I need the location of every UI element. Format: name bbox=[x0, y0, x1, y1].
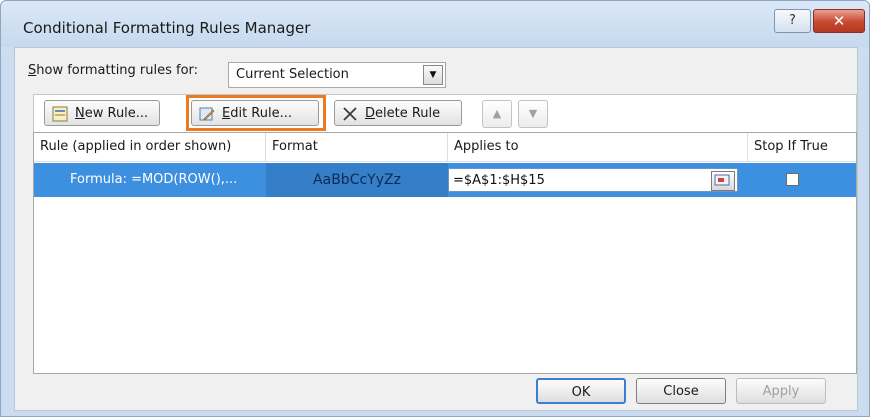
rule-formula: Formula: =MOD(ROW(),... bbox=[70, 172, 238, 187]
edit-rule-button[interactable]: Edit Rule... bbox=[191, 100, 319, 126]
title-bar[interactable]: Conditional Formatting Rules Manager ? ✕ bbox=[1, 1, 869, 47]
table-row[interactable]: Formula: =MOD(ROW(),... AaBbCcYyZz =$A$1… bbox=[34, 163, 856, 197]
rules-list[interactable]: Rule (applied in order shown) Format App… bbox=[33, 132, 857, 374]
close-button[interactable]: Close bbox=[636, 378, 726, 404]
dialog-title: Conditional Formatting Rules Manager bbox=[23, 19, 311, 37]
col-header-applies[interactable]: Applies to bbox=[448, 133, 748, 161]
arrow-down-icon: ▼ bbox=[528, 107, 538, 120]
move-down-button[interactable]: ▼ bbox=[518, 100, 548, 128]
col-header-stop[interactable]: Stop If True bbox=[748, 133, 856, 161]
applies-to-value: =$A$1:$H$15 bbox=[453, 173, 545, 188]
range-select-icon bbox=[714, 174, 730, 186]
stop-if-true-checkbox[interactable] bbox=[786, 173, 799, 186]
show-rules-value: Current Selection bbox=[236, 67, 349, 82]
show-rules-dropdown[interactable]: Current Selection ▼ bbox=[228, 62, 446, 88]
show-rules-label: Show formatting rules for: bbox=[28, 63, 199, 78]
range-select-button[interactable] bbox=[711, 171, 735, 191]
close-window-button[interactable]: ✕ bbox=[813, 9, 865, 33]
new-rule-button[interactable]: New Rule... bbox=[44, 100, 160, 126]
delete-rule-button[interactable]: Delete Rule bbox=[334, 100, 462, 126]
dialog-body: Show formatting rules for: Current Selec… bbox=[14, 47, 858, 411]
col-header-format[interactable]: Format bbox=[266, 133, 448, 161]
rules-toolbar: New Rule... Edit Rule... Delete Rule ▲ ▼ bbox=[33, 94, 857, 133]
chevron-down-icon[interactable]: ▼ bbox=[423, 65, 443, 85]
arrow-up-icon: ▲ bbox=[492, 107, 502, 120]
delete-x-icon bbox=[343, 107, 357, 121]
applies-to-input[interactable]: =$A$1:$H$15 bbox=[448, 168, 738, 192]
col-header-rule[interactable]: Rule (applied in order shown) bbox=[34, 133, 266, 161]
new-rule-icon bbox=[52, 106, 68, 122]
help-button[interactable]: ? bbox=[774, 9, 811, 33]
apply-button[interactable]: Apply bbox=[736, 378, 826, 404]
format-preview: AaBbCcYyZz bbox=[266, 163, 448, 197]
rules-header: Rule (applied in order shown) Format App… bbox=[34, 133, 856, 162]
dialog-window: Conditional Formatting Rules Manager ? ✕… bbox=[0, 0, 870, 417]
edit-rule-icon bbox=[199, 107, 215, 121]
move-up-button[interactable]: ▲ bbox=[482, 100, 512, 128]
ok-button[interactable]: OK bbox=[536, 378, 626, 404]
